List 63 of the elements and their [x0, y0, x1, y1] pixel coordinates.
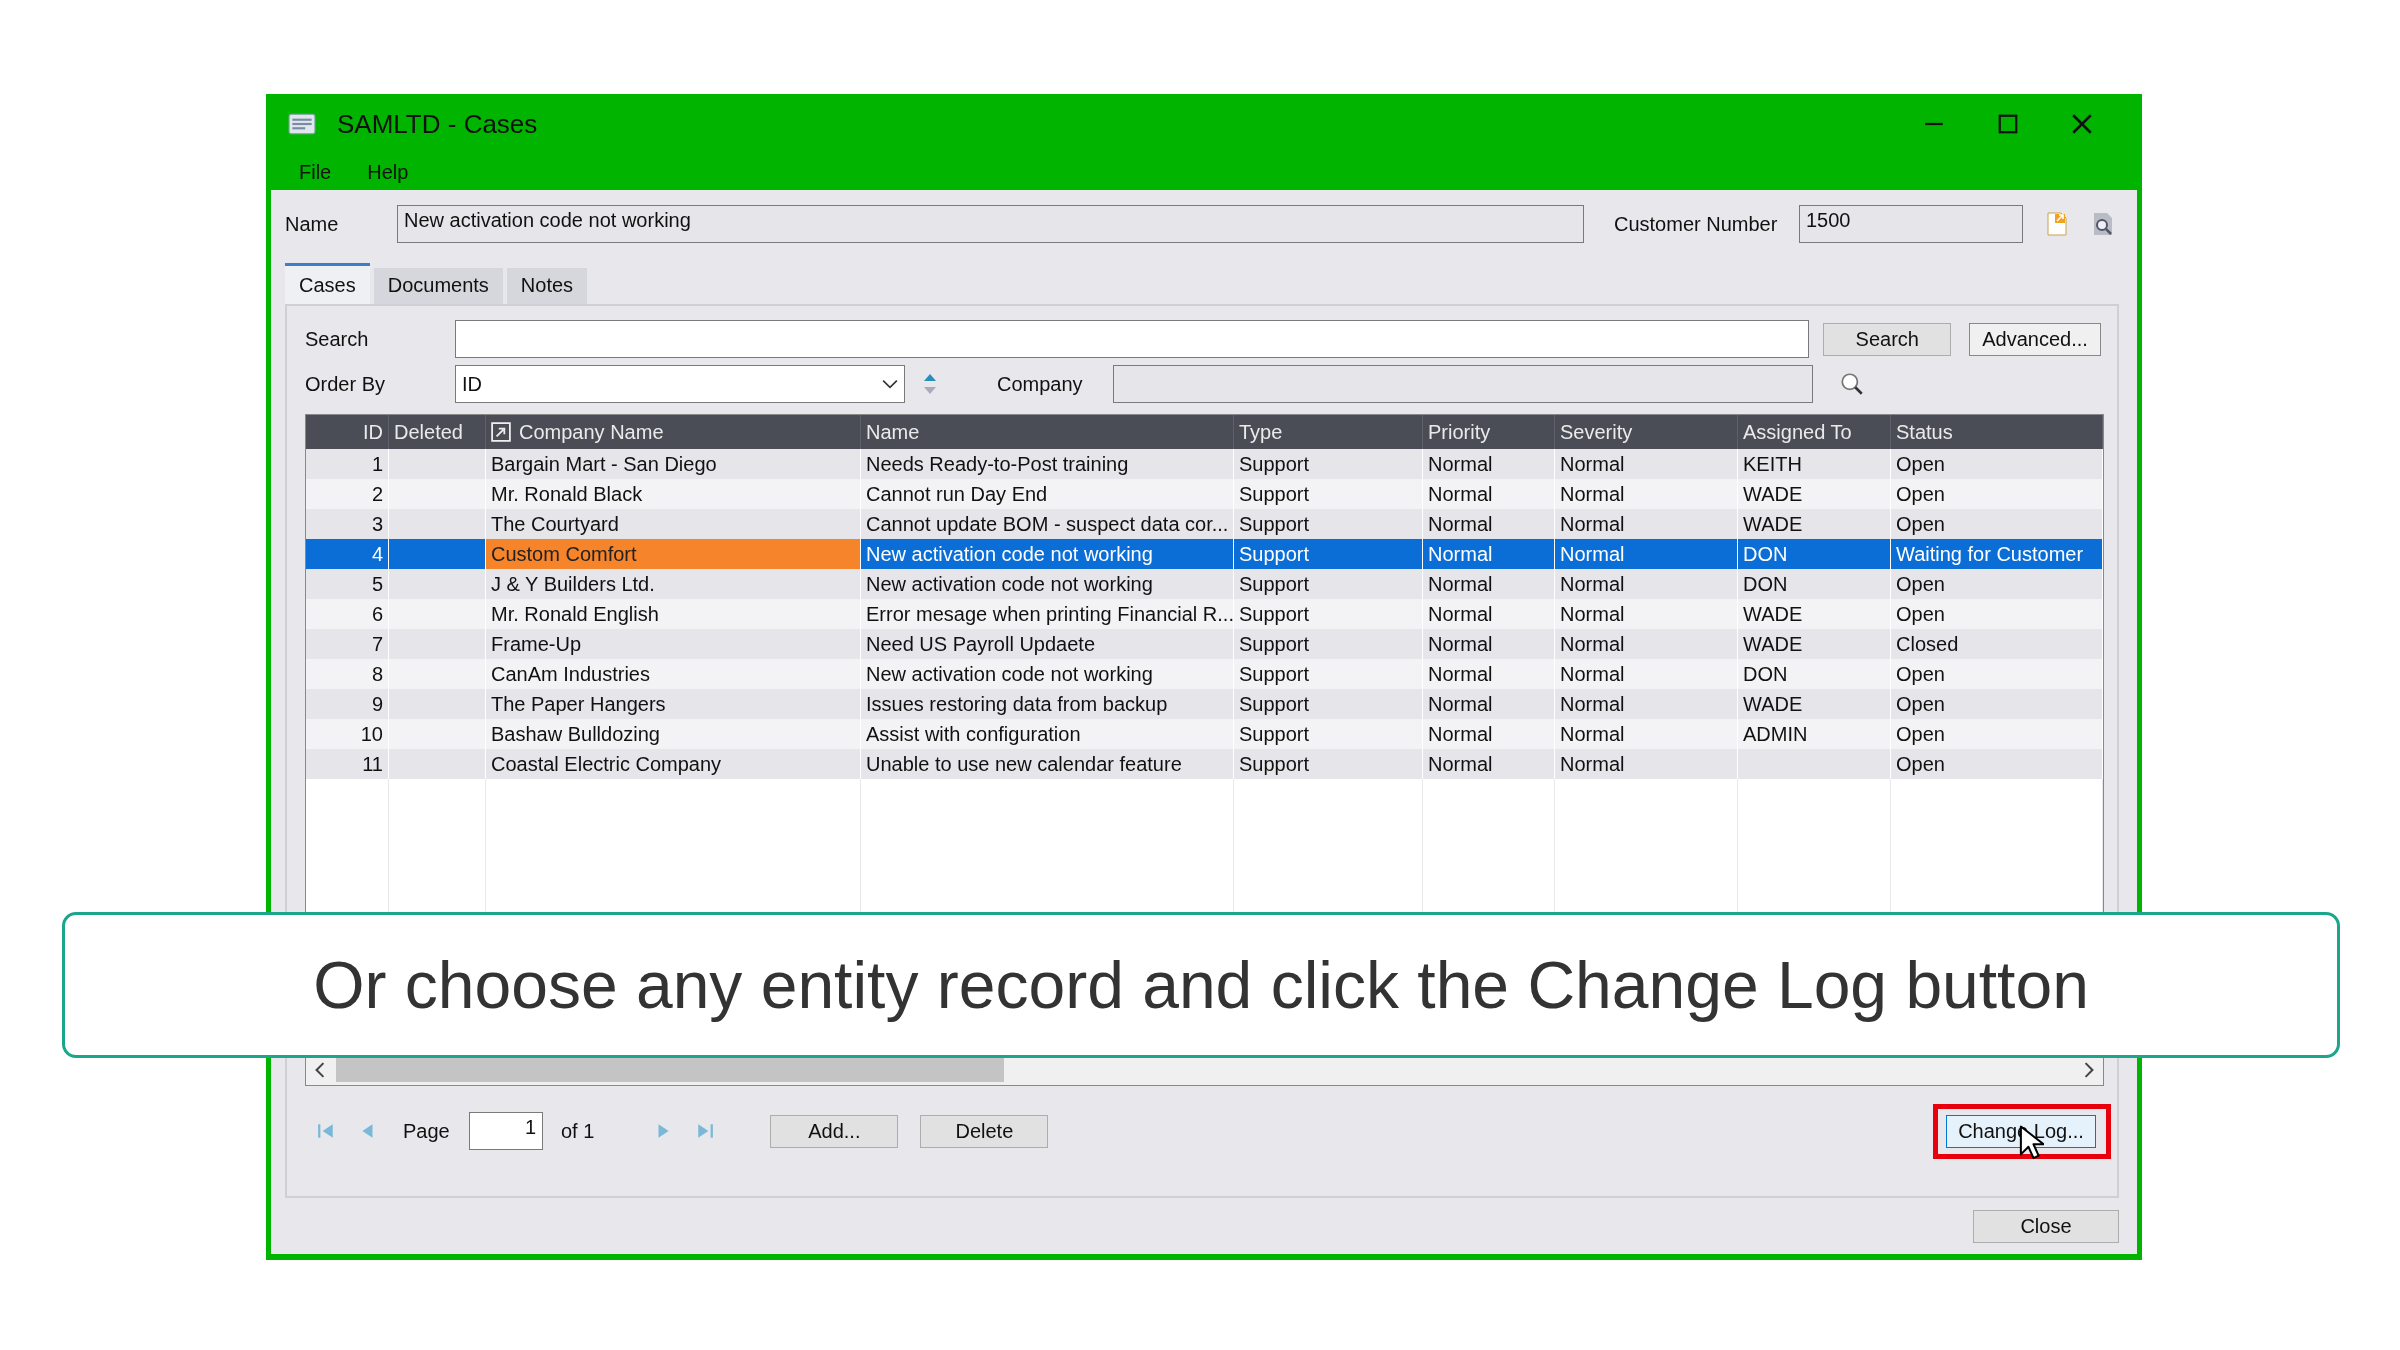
menu-item[interactable]: File	[299, 160, 332, 184]
table-row[interactable]: 7 Frame-Up Need US Payroll Updaete Support Normal Normal WADE Closed	[306, 629, 2103, 659]
search-field[interactable]	[454, 320, 1810, 358]
column-header[interactable]: Type	[1239, 420, 1283, 444]
close-icon[interactable]	[2071, 113, 2093, 135]
table-row[interactable]: 6 Mr. Ronald English Error mesage when printing Financial R... Support Normal Normal WADE Open	[306, 599, 2103, 629]
page-field[interactable]: 1	[469, 1112, 543, 1150]
add-button[interactable]: Add...	[770, 1114, 899, 1148]
customer-number-field[interactable]: 1500	[1799, 205, 2023, 243]
column-header[interactable]: Priority	[1428, 420, 1491, 444]
order-by-dropdown[interactable]: ID	[455, 365, 905, 403]
table-row[interactable]: 3 The Courtyard Cannot update BOM - suspect data cor... Support Normal Normal WADE Open	[306, 509, 2103, 539]
table-cell: Open	[1891, 749, 2103, 779]
table-row[interactable]: 4 Custom Comfort New activation code not working Support Normal Normal DON Waiting for Customer	[306, 539, 2103, 569]
column-header[interactable]: Assigned To	[1743, 420, 1852, 444]
app-icon	[287, 111, 317, 137]
dropdown-chevron-icon[interactable]	[882, 379, 898, 389]
column-header[interactable]: ID	[363, 420, 383, 444]
company-label: Company	[997, 372, 1084, 396]
page-label: Page	[403, 1119, 451, 1143]
caption-text: Or choose any entity record and click the Change Log button	[313, 947, 2089, 1023]
table-cell: Coastal Electric Company	[486, 749, 861, 779]
order-by-label: Order By	[305, 372, 387, 396]
table-row[interactable]: 9 The Paper Hangers Issues restoring data from backup Support Normal Normal WADE Open	[306, 689, 2103, 719]
column-header[interactable]: Name	[866, 420, 920, 444]
scrollbar-thumb[interactable]	[336, 1058, 1004, 1082]
delete-button[interactable]: Delete	[920, 1114, 1049, 1148]
customer-number-label: Customer Number	[1614, 212, 1779, 236]
search-label: Search	[305, 327, 370, 351]
link-icon[interactable]	[491, 422, 511, 442]
table-cell: 11	[306, 749, 389, 779]
document-search-icon[interactable]	[2091, 210, 2115, 238]
table-row[interactable]: 10 Bashaw Bulldozing Assist with configuration Support Normal Normal ADMIN Open	[306, 719, 2103, 749]
table-cell: Normal	[1555, 749, 1738, 779]
page-count: of 1	[561, 1119, 595, 1143]
name-label: Name	[285, 212, 340, 236]
table-row[interactable]: 11 Coastal Electric Company Unable to use new calendar feature Support Normal Normal Open	[306, 749, 2103, 779]
table-row[interactable]: 1 Bargain Mart - San Diego Needs Ready-to-Post training Support Normal Normal KEITH Open	[306, 449, 2103, 479]
table-row[interactable]: 2 Mr. Ronald Black Cannot run Day End Support Normal Normal WADE Open	[306, 479, 2103, 509]
column-header[interactable]: Severity	[1560, 420, 1633, 444]
table-row[interactable]: 8 CanAm Industries New activation code not working Support Normal Normal DON Open	[306, 659, 2103, 689]
company-field[interactable]	[1113, 365, 1813, 403]
close-button[interactable]: Close	[1973, 1209, 2119, 1243]
current-cell: Custom Comfort	[486, 539, 861, 569]
advanced-button[interactable]: Advanced...	[1969, 322, 2101, 356]
column-header[interactable]: Deleted	[394, 420, 463, 444]
table-row[interactable]: 5 J & Y Builders Ltd. New activation code not working Support Normal Normal DON Open	[306, 569, 2103, 599]
tab[interactable]: Cases	[285, 263, 370, 304]
search-icon[interactable]	[1839, 371, 1865, 397]
column-header[interactable]: Company Name	[519, 420, 664, 444]
tab[interactable]: Notes	[506, 268, 588, 304]
window-title: SAMLTD - Cases	[337, 108, 538, 140]
column-header[interactable]: Status	[1896, 420, 1953, 444]
scroll-right-icon[interactable]	[2083, 1062, 2095, 1078]
table-cell: Unable to use new calendar feature	[861, 749, 1234, 779]
search-button[interactable]: Search	[1823, 322, 1952, 356]
tab[interactable]: Documents	[373, 268, 503, 304]
menu-item[interactable]: Help	[367, 160, 409, 184]
table-cell: Normal	[1423, 749, 1555, 779]
name-field[interactable]: New activation code not working	[397, 205, 1584, 243]
scroll-left-icon[interactable]	[314, 1062, 326, 1078]
maximize-icon[interactable]	[1997, 113, 2019, 135]
table-cell: Support	[1234, 749, 1423, 779]
